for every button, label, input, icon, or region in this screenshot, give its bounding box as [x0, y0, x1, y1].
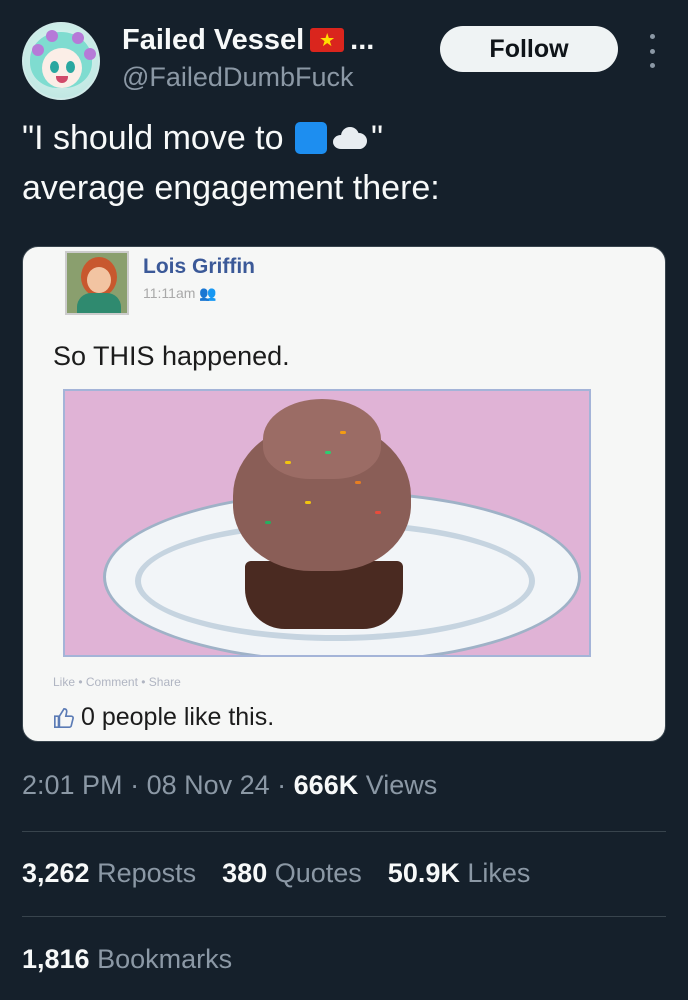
blue-square-emoji: [295, 122, 327, 154]
author-display-name[interactable]: Failed Vessel: [122, 24, 304, 57]
likes-stat[interactable]: 50.9K Likes: [388, 858, 531, 889]
audience-icon: 👥: [199, 285, 217, 301]
tweet-date[interactable]: 08 Nov 24: [147, 770, 270, 800]
thumbs-up-icon: [54, 707, 74, 728]
tweet-line1-start: "I should move to: [22, 119, 293, 157]
facebook-post-time: 11:11am 👥: [143, 285, 217, 302]
facebook-user-name: Lois Griffin: [143, 255, 255, 278]
views-count: 666K: [293, 770, 359, 800]
facebook-profile-picture: [65, 251, 129, 315]
author-name-row[interactable]: Failed Vessel ★ ...: [122, 20, 374, 60]
avatar-flower: [72, 32, 84, 44]
facebook-post-text: So THIS happened.: [53, 341, 290, 371]
facebook-time-text: 11:11am: [143, 285, 196, 301]
reposts-stat[interactable]: 3,262 Reposts: [22, 858, 196, 889]
tweet-meta: 2:01 PM · 08 Nov 24 · 666K Views: [22, 770, 438, 800]
follow-button[interactable]: Follow: [440, 26, 618, 72]
bookmarks-label: Bookmarks: [97, 944, 233, 974]
more-options-icon[interactable]: [642, 34, 662, 68]
divider: [22, 831, 666, 832]
author-handle[interactable]: @FailedDumbFuck: [122, 62, 353, 93]
name-truncation: ...: [350, 23, 375, 56]
cloud-emoji: [331, 125, 369, 149]
vietnam-flag-icon: ★: [310, 28, 345, 52]
bookmarks-count: 1,816: [22, 944, 90, 974]
tweet-line1-end: ": [371, 119, 384, 157]
facebook-likes-text: 0 people like this.: [81, 703, 275, 731]
avatar-eye: [50, 61, 59, 73]
tweet-header: Failed Vessel ★ ... @FailedDumbFuck Foll…: [22, 18, 666, 100]
views-label: Views: [365, 770, 438, 800]
tweet-stats: 3,262 Reposts 380 Quotes 50.9K Likes: [22, 858, 530, 889]
cupcake-frosting-top: [263, 399, 381, 479]
facebook-likes: 0 people like this.: [53, 703, 274, 732]
author-avatar[interactable]: [22, 22, 100, 100]
bookmarks-stat[interactable]: 1,816 Bookmarks: [22, 944, 232, 975]
quotes-stat[interactable]: 380 Quotes: [222, 858, 362, 889]
tweet-line2: average engagement there:: [22, 169, 440, 207]
avatar-flower: [46, 30, 58, 42]
cupcake-image: [63, 389, 591, 657]
facebook-actions: Like • Comment • Share: [53, 675, 181, 689]
cupcake-liner: [245, 561, 403, 629]
avatar-flower: [32, 44, 44, 56]
tweet-media-image[interactable]: Lois Griffin 11:11am 👥 So THIS happened.…: [22, 246, 666, 742]
divider: [22, 916, 666, 917]
tweet-text: "I should move to " average engagement t…: [22, 113, 666, 213]
tweet-time[interactable]: 2:01 PM: [22, 770, 123, 800]
avatar-eye: [66, 61, 75, 73]
avatar-flower: [84, 48, 96, 60]
